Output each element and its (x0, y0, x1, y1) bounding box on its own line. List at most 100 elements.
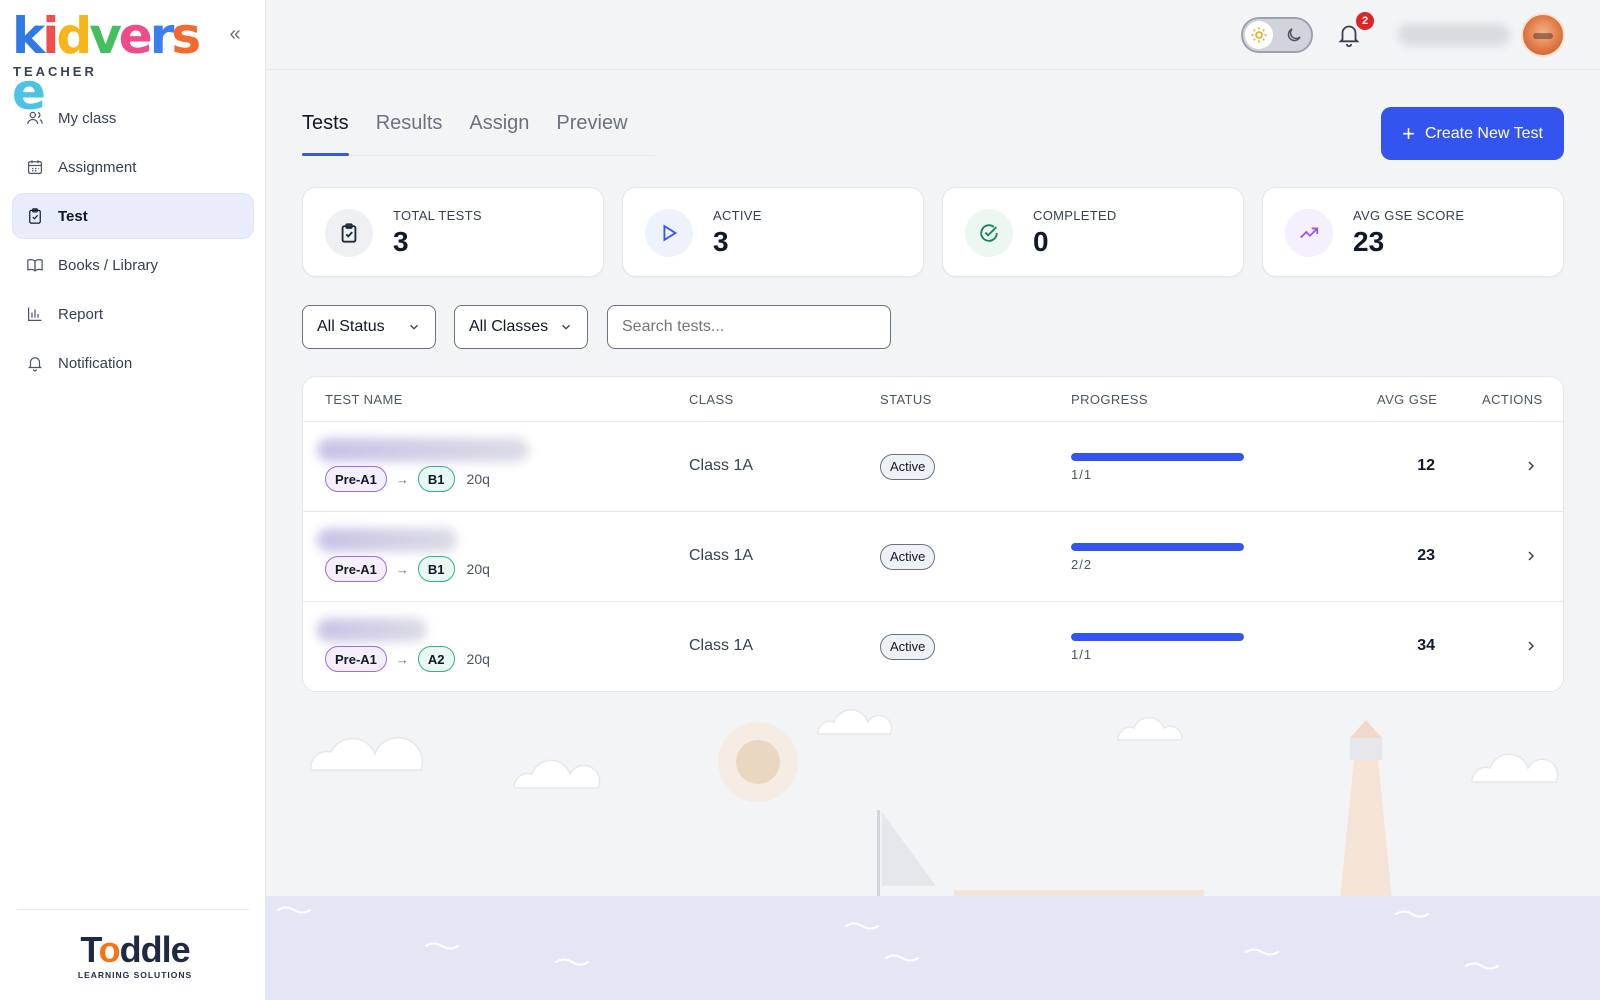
avg-gse-value: 23 (1417, 547, 1435, 564)
chevron-down-icon (410, 324, 418, 330)
logo-letter: k (12, 7, 45, 65)
sidebar-item-my-class[interactable]: My class (13, 96, 253, 140)
progress-fill (1071, 633, 1244, 641)
sidebar-item-books-library[interactable]: Books / Library (13, 243, 253, 287)
bell-icon (27, 357, 43, 372)
collapse-sidebar-icon[interactable]: « (222, 22, 248, 48)
from-level-chip: Pre-A1 (325, 466, 387, 492)
chevron-right-icon[interactable] (1523, 638, 1539, 654)
clipboard-icon (29, 208, 41, 224)
to-level-chip: B1 (417, 556, 455, 582)
stat-label: AVG GSE SCORE (1353, 208, 1465, 223)
progress-bar (1071, 453, 1244, 461)
progress-fill (1071, 453, 1244, 461)
sidebar-item-label: Report (58, 305, 104, 323)
table-row[interactable]: Pre-A1 → B1 20q Class 1A Active 2/2 23 (303, 512, 1563, 602)
sidebar-item-label: My class (58, 109, 117, 127)
stat-value: 23 (1353, 226, 1385, 257)
from-level-chip: Pre-A1 (325, 556, 387, 582)
toddle-logo: Toddle LEARNING SOLUTIONS (70, 929, 200, 981)
tab-results[interactable]: Results (376, 112, 443, 155)
sidebar-item-label: Notification (58, 354, 133, 372)
class-cell: Class 1A (689, 547, 754, 564)
sidebar-divider (17, 909, 249, 910)
tab-preview[interactable]: Preview (556, 112, 627, 155)
bar-chart-icon (28, 307, 42, 321)
sidebar-item-label: Books / Library (58, 256, 159, 274)
sidebar-item-assignment[interactable]: Assignment (13, 145, 253, 189)
question-count: 20q (466, 561, 490, 577)
chevron-right-icon[interactable] (1523, 458, 1539, 474)
logo-letter: v (89, 7, 122, 65)
level-chips: Pre-A1 → B1 20q (325, 466, 490, 492)
table-header: TEST NAME CLASS STATUS PROGRESS AVG GSE … (303, 377, 1563, 422)
chevron-down-icon (562, 324, 570, 330)
kidverse-logo[interactable]: kidverse TEACHER (12, 7, 212, 120)
level-chips: Pre-A1 → A2 20q (325, 646, 490, 672)
search-tests-input[interactable] (607, 305, 891, 349)
play-icon (645, 209, 693, 257)
stat-label: COMPLETED (1033, 208, 1117, 223)
toddle-wordmark: Toddle (80, 929, 190, 970)
trending-up-icon (1285, 209, 1333, 257)
avg-gse-value: 12 (1417, 457, 1435, 474)
column-header-class[interactable]: CLASS (689, 392, 734, 407)
classes-filter-value: All Classes (469, 318, 549, 335)
avg-gse-value: 34 (1417, 637, 1435, 654)
test-name-blurred[interactable] (317, 528, 457, 552)
test-name-blurred[interactable] (317, 618, 427, 642)
stat-card-completed: COMPLETED 0 (942, 187, 1244, 277)
arrow-right-icon: → (395, 471, 409, 487)
column-header-test-name[interactable]: TEST NAME (325, 392, 403, 407)
arrow-right-icon: → (395, 561, 409, 577)
toddle-subtitle: LEARNING SOLUTIONS (77, 970, 193, 980)
to-level-chip: A2 (417, 646, 455, 672)
column-header-avg-gse[interactable]: AVG GSE (1377, 392, 1437, 407)
progress-text: 1/1 (1071, 467, 1093, 482)
sidebar-item-label: Assignment (58, 158, 137, 176)
sidebar-item-notification[interactable]: Notification (13, 341, 253, 385)
chevron-right-icon[interactable] (1523, 548, 1539, 564)
column-header-status[interactable]: STATUS (880, 392, 932, 407)
status-badge: Active (880, 544, 936, 570)
tab-assign[interactable]: Assign (469, 112, 529, 155)
plus-icon: + (1402, 120, 1415, 146)
status-filter-value: All Status (317, 318, 385, 335)
clipboard-check-icon (325, 209, 373, 257)
stat-card-active: ACTIVE 3 (622, 187, 924, 277)
tests-table: TEST NAME CLASS STATUS PROGRESS AVG GSE … (302, 376, 1564, 692)
sun (736, 740, 780, 784)
logo-letter: e (118, 7, 153, 65)
classes-filter-select[interactable]: All Classes (454, 305, 588, 349)
arrow-right-icon: → (395, 651, 409, 667)
logo-letter: d (56, 7, 92, 65)
logo-letter: s (171, 7, 201, 65)
users-icon (27, 111, 43, 125)
theme-toggle[interactable] (1241, 17, 1313, 53)
stat-label: TOTAL TESTS (393, 208, 482, 223)
sidebar-item-label: Test (58, 207, 88, 225)
tab-tests[interactable]: Tests (302, 112, 349, 156)
lighthouse (1326, 720, 1406, 902)
sidebar-item-test[interactable]: Test (13, 194, 253, 238)
to-level-chip: B1 (417, 466, 455, 492)
seaside-illustration (266, 709, 1600, 1000)
tests-tabs: Tests Results Assign Preview (302, 112, 655, 156)
table-row[interactable]: Pre-A1 → A2 20q Class 1A Active 1/1 34 (303, 602, 1563, 691)
progress-bar (1071, 543, 1244, 551)
user-name-blurred[interactable] (1398, 24, 1510, 46)
stat-card-total-tests: TOTAL TESTS 3 (302, 187, 604, 277)
logo-letter: r (149, 7, 175, 65)
user-avatar[interactable] (1521, 13, 1565, 57)
table-row[interactable]: Pre-A1 → B1 20q Class 1A Active 1/1 12 (303, 422, 1563, 512)
status-filter-select[interactable]: All Status (302, 305, 436, 349)
class-cell: Class 1A (689, 637, 754, 654)
sidebar-item-report[interactable]: Report (13, 292, 253, 336)
column-header-progress[interactable]: PROGRESS (1071, 392, 1148, 407)
sun-icon (1245, 21, 1273, 49)
create-new-test-button[interactable]: + Create New Test (1381, 107, 1564, 160)
test-name-blurred[interactable] (317, 438, 529, 462)
level-chips: Pre-A1 → B1 20q (325, 556, 490, 582)
progress-fill (1071, 543, 1244, 551)
status-badge: Active (880, 454, 936, 480)
